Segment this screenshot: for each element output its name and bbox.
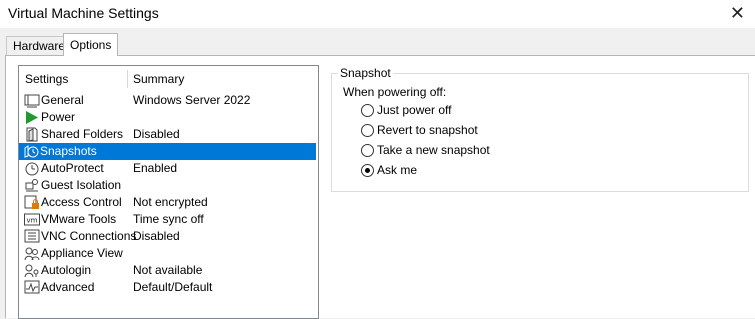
list-item-vnc-connections[interactable]: VNC Connections Disabled bbox=[19, 228, 316, 245]
list-item-guest-isolation[interactable]: Guest Isolation bbox=[19, 177, 316, 194]
vmware-tools-icon: vm bbox=[24, 212, 40, 227]
tab-strip: Hardware Options bbox=[0, 28, 755, 56]
list-item-summary: Time sync off bbox=[133, 212, 204, 226]
snapshot-group-label: Snapshot bbox=[338, 66, 393, 80]
list-item-autologin[interactable]: Autologin Not available bbox=[19, 262, 316, 279]
list-item-label: Snapshots bbox=[40, 144, 97, 158]
radio-label[interactable]: Ask me bbox=[377, 163, 417, 177]
list-item-label: Shared Folders bbox=[41, 127, 124, 141]
list-item-snapshots[interactable]: Snapshots bbox=[19, 143, 316, 160]
shared-folders-icon bbox=[24, 127, 40, 142]
appliance-view-icon bbox=[24, 246, 40, 261]
list-header: Settings Summary bbox=[19, 66, 318, 90]
list-item-summary: Not encrypted bbox=[133, 195, 208, 209]
list-item-autoprotect[interactable]: AutoProtect Enabled bbox=[19, 160, 316, 177]
list-item-power[interactable]: Power bbox=[19, 109, 316, 126]
vnc-connections-icon bbox=[24, 229, 40, 244]
list-item-label: Autologin bbox=[41, 263, 92, 277]
list-item-label: Appliance View bbox=[41, 246, 123, 260]
radio-label[interactable]: Just power off bbox=[377, 103, 451, 117]
list-item-label: General bbox=[41, 93, 84, 107]
advanced-icon bbox=[24, 280, 40, 295]
list-item-summary: Enabled bbox=[133, 161, 178, 175]
list-item-label: Access Control bbox=[41, 195, 122, 209]
radio-circle[interactable] bbox=[361, 144, 374, 157]
radio-label[interactable]: Take a new snapshot bbox=[377, 143, 490, 157]
list-item-appliance-view[interactable]: Appliance View bbox=[19, 245, 316, 262]
list-item-advanced[interactable]: Advanced Default/Default bbox=[19, 279, 316, 296]
radio-circle[interactable] bbox=[361, 124, 374, 137]
list-item-summary: Default/Default bbox=[133, 280, 213, 294]
autologin-icon bbox=[24, 263, 40, 278]
column-divider[interactable] bbox=[127, 70, 128, 88]
svg-text:vm: vm bbox=[27, 217, 38, 225]
list-item-summary: Not available bbox=[133, 263, 203, 277]
list-item-access-control[interactable]: Access Control Not encrypted bbox=[19, 194, 316, 211]
radio-circle[interactable] bbox=[361, 104, 374, 117]
column-header-summary[interactable]: Summary bbox=[133, 72, 184, 86]
access-control-icon bbox=[24, 195, 40, 210]
close-icon[interactable]: ✕ bbox=[730, 3, 745, 24]
radio-selected-dot bbox=[365, 168, 370, 173]
guest-isolation-icon bbox=[24, 178, 40, 193]
list-item-summary: Disabled bbox=[133, 229, 180, 243]
autoprotect-clock-icon bbox=[24, 161, 40, 176]
radio-circle[interactable] bbox=[361, 164, 374, 177]
list-item-vmware-tools[interactable]: vm VMware Tools Time sync off bbox=[19, 211, 316, 228]
tab-options[interactable]: Options bbox=[63, 33, 119, 56]
settings-list[interactable]: Settings Summary General Windows Server … bbox=[18, 65, 319, 319]
list-item-label: VMware Tools bbox=[41, 212, 117, 226]
list-item-label: Advanced bbox=[41, 280, 95, 294]
powering-off-prompt: When powering off: bbox=[343, 85, 447, 99]
power-play-icon bbox=[24, 110, 40, 125]
list-item-summary: Disabled bbox=[133, 127, 180, 141]
list-item-summary: Windows Server 2022 bbox=[133, 93, 251, 107]
window-title: Virtual Machine Settings bbox=[8, 5, 159, 21]
list-item-general[interactable]: General Windows Server 2022 bbox=[19, 92, 316, 109]
general-icon bbox=[24, 93, 40, 108]
list-item-label: Guest Isolation bbox=[41, 178, 122, 192]
snapshots-icon bbox=[24, 144, 40, 159]
list-item-label: AutoProtect bbox=[41, 161, 104, 175]
title-bar: Virtual Machine Settings ✕ bbox=[0, 0, 755, 28]
list-item-shared-folders[interactable]: Shared Folders Disabled bbox=[19, 126, 316, 143]
column-header-settings[interactable]: Settings bbox=[25, 72, 68, 86]
list-item-label: Power bbox=[41, 110, 76, 124]
list-item-label: VNC Connections bbox=[41, 229, 137, 243]
radio-label[interactable]: Revert to snapshot bbox=[377, 123, 478, 137]
